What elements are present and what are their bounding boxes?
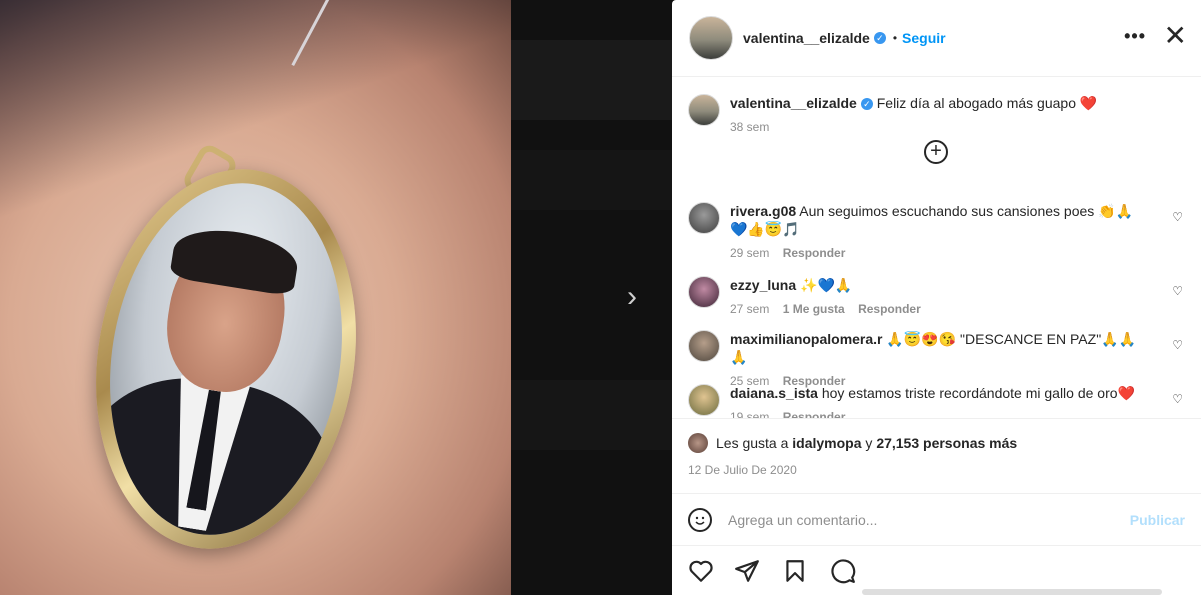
comment-time[interactable]: 27 sem xyxy=(730,302,769,316)
verified-icon: ✓ xyxy=(873,32,886,44)
comment-item: daiana.s_ista hoy estamos triste recordá… xyxy=(688,384,1185,418)
publish-button[interactable]: Publicar xyxy=(1130,512,1185,528)
comment-time[interactable]: 29 sem xyxy=(730,246,769,260)
reply-button[interactable]: Responder xyxy=(783,246,846,260)
comment-input[interactable] xyxy=(728,511,1108,528)
comment-like-heart-icon[interactable]: ♡ xyxy=(1172,210,1183,224)
avatar[interactable] xyxy=(688,330,720,362)
next-post-arrow-icon[interactable]: › xyxy=(617,282,647,312)
comment-likes-count[interactable]: 1 Me gusta xyxy=(783,302,845,316)
likes-connector: y xyxy=(865,435,873,451)
avatar[interactable] xyxy=(688,202,720,234)
avatar[interactable] xyxy=(689,16,733,60)
liker-avatar xyxy=(688,433,708,453)
post-actions xyxy=(672,545,1201,595)
backdrop-shape xyxy=(511,40,672,120)
caption-time[interactable]: 38 sem xyxy=(730,120,769,134)
backdrop xyxy=(511,0,672,595)
close-icon[interactable]: ✕ xyxy=(1164,22,1187,50)
post-date[interactable]: 12 De Julio De 2020 xyxy=(688,463,797,477)
comment-username[interactable]: ezzy_luna xyxy=(730,277,796,293)
likes-summary[interactable]: Les gusta a idalymopa y 27,153 personas … xyxy=(688,433,1017,453)
comment-item: maximilianopalomera.r 🙏😇😍😘 "DESCANCE EN … xyxy=(688,330,1185,390)
post-panel: valentina__elizalde ✓ • Seguir ••• ✕ val… xyxy=(672,0,1201,595)
verified-icon: ✓ xyxy=(860,98,873,110)
emoji-icon-svg xyxy=(695,516,705,525)
caption-text: Feliz día al abogado más guapo ❤️ xyxy=(876,95,1098,111)
comment-username[interactable]: daiana.s_ista xyxy=(730,385,818,401)
comment-like-heart-icon[interactable]: ♡ xyxy=(1172,392,1183,406)
reply-button[interactable]: Responder xyxy=(783,410,846,418)
comment-time[interactable]: 19 sem xyxy=(730,410,769,418)
load-more-comments-button[interactable]: + xyxy=(924,140,948,164)
likes-section: Les gusta a idalymopa y 27,153 personas … xyxy=(672,418,1201,493)
avatar[interactable] xyxy=(688,384,720,416)
comment-username[interactable]: rivera.g08 xyxy=(730,203,796,219)
header-username[interactable]: valentina__elizalde xyxy=(743,30,870,46)
comment-icon[interactable] xyxy=(830,558,856,584)
caption-username[interactable]: valentina__elizalde xyxy=(730,95,857,111)
comment-username[interactable]: maximilianopalomera.r xyxy=(730,331,883,347)
bookmark-icon[interactable] xyxy=(782,558,808,584)
comments-list[interactable]: valentina__elizalde ✓ Feliz día al abogad… xyxy=(672,78,1201,418)
heart-icon[interactable] xyxy=(688,558,714,584)
share-icon[interactable] xyxy=(734,558,760,584)
more-icon[interactable]: ••• xyxy=(1124,26,1146,47)
backdrop-shape xyxy=(511,150,672,210)
separator-dot: • xyxy=(892,31,898,45)
likes-user[interactable]: idalymopa xyxy=(792,435,861,451)
likes-count[interactable]: 27,153 personas más xyxy=(876,435,1017,451)
emoji-icon[interactable] xyxy=(688,507,712,532)
add-comment-bar: Publicar xyxy=(672,493,1201,545)
follow-button[interactable]: Seguir xyxy=(902,30,946,46)
backdrop-shape xyxy=(511,380,672,450)
avatar[interactable] xyxy=(688,94,720,126)
avatar[interactable] xyxy=(688,276,720,308)
comment-like-heart-icon[interactable]: ♡ xyxy=(1172,284,1183,298)
comment-text: hoy estamos triste recordándote mi gallo… xyxy=(821,385,1135,401)
comment-item: rivera.g08 Aun seguimos escuchando sus c… xyxy=(688,202,1185,262)
post-caption: valentina__elizalde ✓ Feliz día al abogad… xyxy=(688,94,1097,136)
horizontal-scrollbar[interactable] xyxy=(862,589,1162,595)
comment-like-heart-icon[interactable]: ♡ xyxy=(1172,338,1183,352)
comment-text: ✨💙🙏 xyxy=(800,277,853,293)
post-photo[interactable] xyxy=(0,0,511,595)
post-header: valentina__elizalde ✓ • Seguir ••• ✕ xyxy=(672,0,1201,77)
likes-prefix: Les gusta a xyxy=(716,435,789,451)
reply-button[interactable]: Responder xyxy=(858,302,921,316)
comment-item: ezzy_luna ✨💙🙏 27 sem 1 Me gusta Responde… xyxy=(688,276,1185,318)
